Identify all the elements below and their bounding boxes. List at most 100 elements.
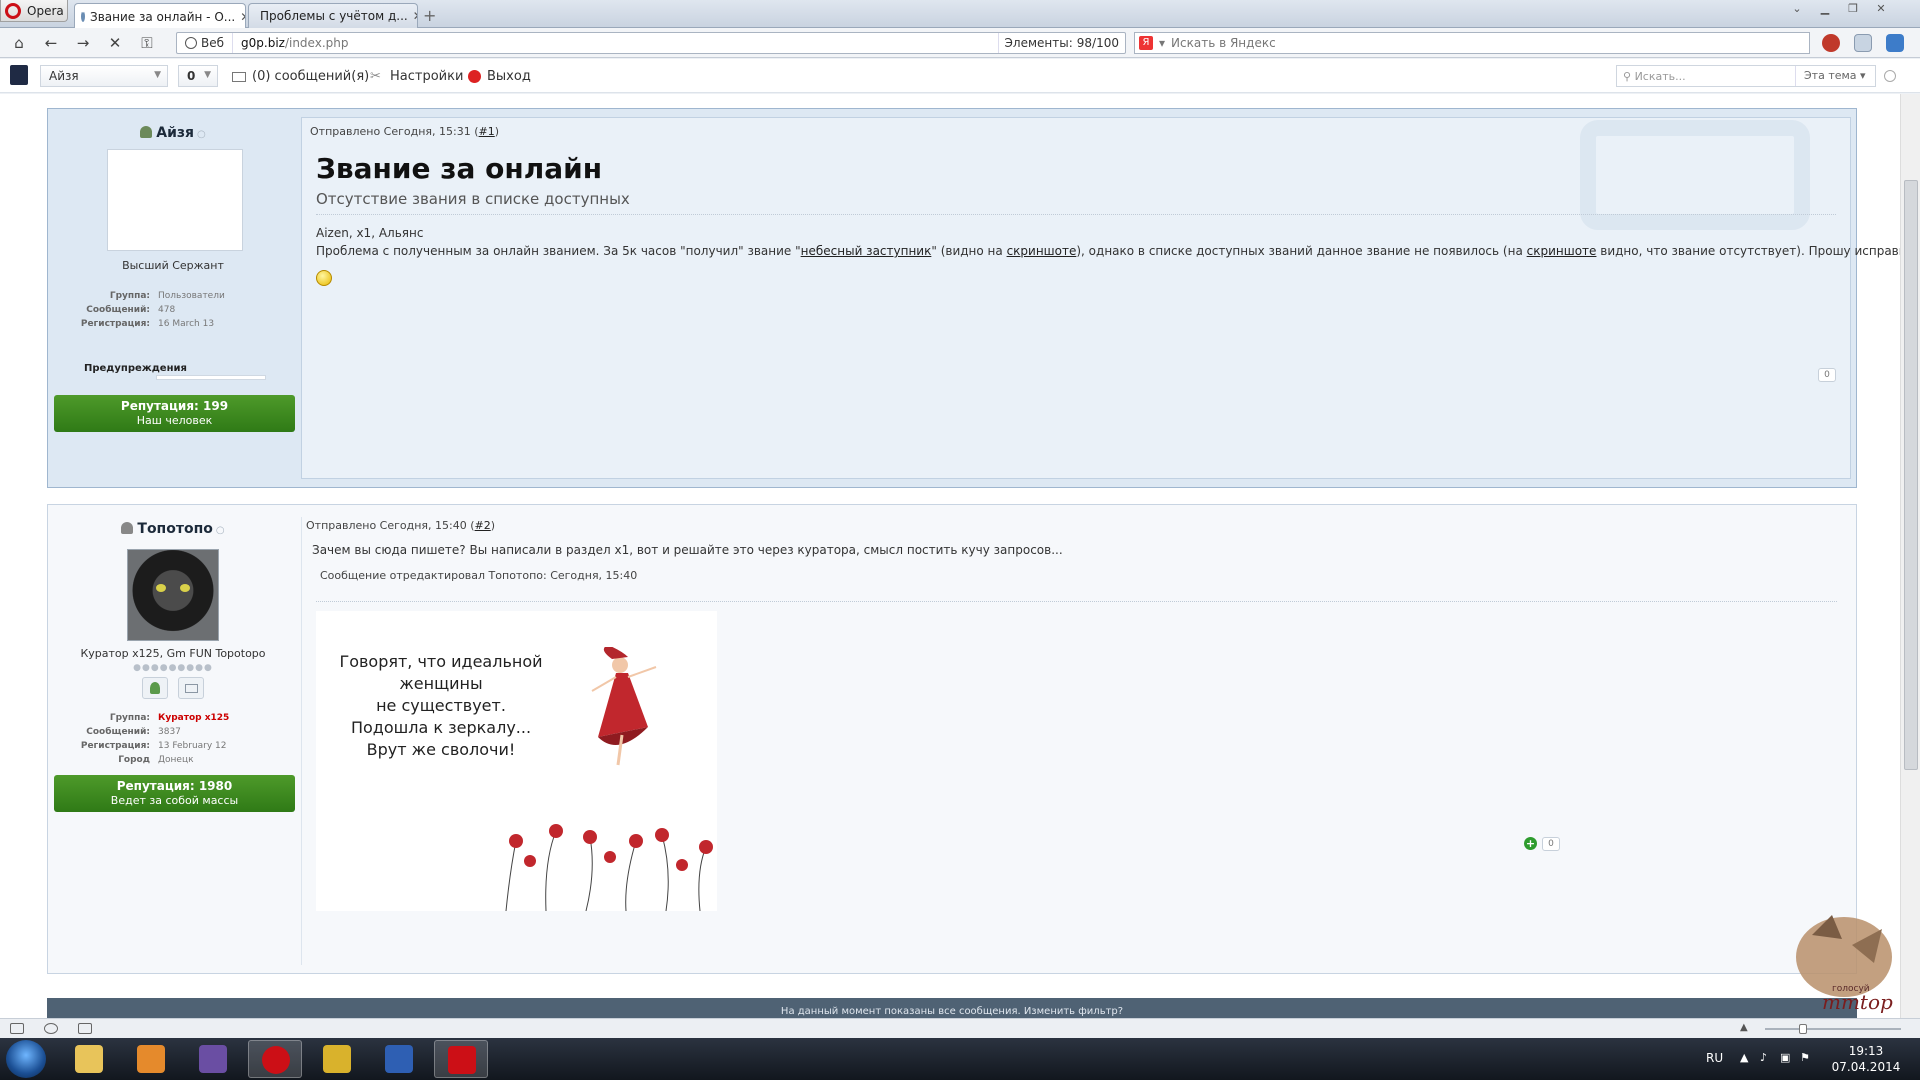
close-tab-icon[interactable]: ✕ (413, 9, 417, 23)
opera-window-taskbar-button[interactable] (434, 1040, 488, 1078)
opera-menu-button[interactable]: Opera (0, 0, 68, 22)
info-posts: Сообщений: 3837 (86, 727, 181, 737)
forum-user-bar: Айзя ▼ 0 ▼ (0) сообщений(я) ✂ Настройки Вы… (0, 59, 1920, 93)
zoom-slider[interactable] (1765, 1024, 1901, 1034)
messages-link[interactable]: (0) сообщений(я) (232, 69, 369, 84)
panel-toggle-icon[interactable] (10, 1023, 24, 1034)
opera-icon (448, 1046, 476, 1074)
floppy-disk-icon (385, 1045, 413, 1073)
post-permalink[interactable]: #2 (475, 519, 491, 532)
topic-subtitle: Отсутствие звания в списке доступных (316, 190, 630, 208)
forum-search[interactable]: ⚲ Искать... Эта тема ▾ (1616, 65, 1876, 87)
avatar[interactable] (10, 65, 28, 85)
settings-link[interactable]: ✂ Настройки (370, 69, 463, 84)
media-player-taskbar-button[interactable] (124, 1040, 178, 1078)
author-name[interactable]: Айзя ○ (48, 125, 298, 141)
search-scope-select[interactable]: Эта тема ▾ (1795, 66, 1875, 86)
volume-icon[interactable]: ♪ (1760, 1051, 1774, 1065)
link-screenshot[interactable]: скриншоте (1527, 244, 1597, 258)
network-icon[interactable]: ▣ (1780, 1051, 1794, 1065)
offline-icon: ○ (197, 129, 206, 140)
tab-list-icon[interactable]: ⌄ (1784, 2, 1810, 18)
web-badge[interactable]: Веб (177, 33, 234, 53)
windows-taskbar: RU ▲ ♪ ▣ ⚑ 19:13 07.04.2014 (0, 1038, 1920, 1080)
navigation-bar: ⌂ ← → ✕ ⚿ Веб g0p.biz/index.php Элементы… (0, 28, 1920, 58)
notes-icon[interactable] (1854, 34, 1872, 52)
new-tab-icon[interactable]: + (423, 6, 436, 25)
visual-studio-taskbar-button[interactable] (186, 1040, 240, 1078)
post-filter-notice[interactable]: На данный момент показаны все сообщения.… (47, 998, 1857, 1020)
flag-icon[interactable]: ⚑ (1800, 1051, 1814, 1065)
logo-text: mmtop (1822, 990, 1893, 1014)
close-window-icon[interactable]: ✕ (1868, 2, 1894, 18)
edit-note: Сообщение отредактировал Топотопо: Сегод… (320, 569, 638, 582)
turbo-icon[interactable] (44, 1023, 58, 1034)
send-message-button[interactable] (178, 677, 204, 699)
info-registered: Регистрация: 13 February 12 (80, 741, 227, 751)
link-rank[interactable]: небесный заступник (801, 244, 932, 258)
post-permalink[interactable]: #1 (479, 125, 495, 138)
avatar (107, 149, 243, 251)
zoom-menu-icon[interactable]: ▲ (1740, 1022, 1748, 1033)
camera-icon[interactable] (78, 1023, 92, 1034)
reputation-badge: Репутация: 1980 Ведет за собой массы (54, 775, 295, 812)
topic-title: Звание за онлайн (316, 152, 603, 185)
key-icon[interactable]: ⚿ (136, 33, 158, 53)
language-indicator[interactable]: RU (1706, 1051, 1723, 1065)
author-name[interactable]: Топотопо ○ (48, 521, 298, 537)
red-flowers-illustration (505, 824, 713, 911)
add-friend-button[interactable] (142, 677, 168, 699)
logout-icon (468, 70, 481, 83)
page-scrollbar[interactable] (1900, 94, 1920, 1020)
clock[interactable]: 19:13 07.04.2014 (1826, 1043, 1906, 1075)
scrollbar-thumb[interactable] (1904, 180, 1918, 770)
logout-link[interactable]: Выход (468, 69, 531, 84)
forward-icon[interactable]: → (72, 33, 94, 53)
post-author-panel: Айзя ○ Высший Сержант Группа: Пользователи… (48, 109, 298, 487)
user-menu-dropdown[interactable]: Айзя ▼ (40, 65, 168, 87)
close-tab-icon[interactable]: ✕ (240, 10, 245, 24)
opera-logo-icon (5, 2, 21, 19)
yandex-search-field[interactable]: Я ▾ Искать в Яндекс (1134, 32, 1810, 54)
tab-title: Звание за онлайн - О... (90, 9, 236, 24)
adblock-icon[interactable] (1822, 34, 1840, 52)
status-circle-icon[interactable] (1884, 70, 1896, 82)
start-button[interactable] (6, 1040, 46, 1078)
mail-icon[interactable] (1886, 34, 1904, 52)
envelope-icon (185, 684, 198, 693)
cat-eye (180, 584, 190, 592)
opera-icon (262, 1046, 290, 1074)
info-group: Группа: Пользователи (109, 291, 225, 301)
tab-inactive[interactable]: Проблемы с учётом д... ✕ (248, 3, 418, 28)
search-input[interactable]: ⚲ Искать... (1617, 70, 1795, 83)
post-author-panel: Топотопо ○ Куратор x125, Gm FUN Topotopo … (48, 505, 298, 973)
system-tray: RU ▲ ♪ ▣ ⚑ 19:13 07.04.2014 (1700, 1038, 1920, 1080)
rating-count: 0 (1818, 368, 1836, 382)
opera-taskbar-button[interactable] (248, 1040, 302, 1078)
launcher-taskbar-button[interactable] (310, 1040, 364, 1078)
url-text: g0p.biz/index.php (241, 36, 349, 50)
home-icon[interactable]: ⌂ (8, 33, 30, 53)
link-screenshot[interactable]: скриншоте (1007, 244, 1077, 258)
post-text-line: Aizen, x1, Альянс (316, 226, 424, 240)
play-icon (137, 1045, 165, 1073)
minimize-icon[interactable]: ▁ (1812, 2, 1838, 18)
save-taskbar-button[interactable] (372, 1040, 426, 1078)
show-hidden-icons-icon[interactable]: ▲ (1740, 1051, 1754, 1065)
tab-active[interactable]: Звание за онлайн - О... ✕ (74, 3, 246, 29)
address-field[interactable]: Веб g0p.biz/index.php Элементы: 98/100 (176, 32, 1126, 54)
search-dropdown-icon[interactable]: ▾ (1159, 36, 1165, 50)
zoom-slider-knob[interactable] (1799, 1024, 1807, 1034)
stop-icon[interactable]: ✕ (104, 33, 126, 53)
envelope-icon (232, 71, 246, 82)
user-rank: Куратор x125, Gm FUN Topotopo (80, 647, 266, 660)
restore-icon[interactable]: ❐ (1840, 2, 1866, 18)
back-icon[interactable]: ← (40, 33, 62, 53)
explorer-taskbar-button[interactable] (62, 1040, 116, 1078)
attached-image[interactable]: Говорят, что идеальной женщины не сущест… (316, 611, 717, 911)
opera-menu-label: Opera (27, 3, 64, 18)
post-body: Отправлено Сегодня, 15:40 (#2) Зачем вы … (301, 517, 1851, 965)
mmtop-vote-logo[interactable]: голосуй mmtop (1782, 905, 1902, 1015)
notifications-dropdown[interactable]: 0 ▼ (178, 65, 218, 87)
plus-rating-icon[interactable]: + (1524, 837, 1537, 850)
